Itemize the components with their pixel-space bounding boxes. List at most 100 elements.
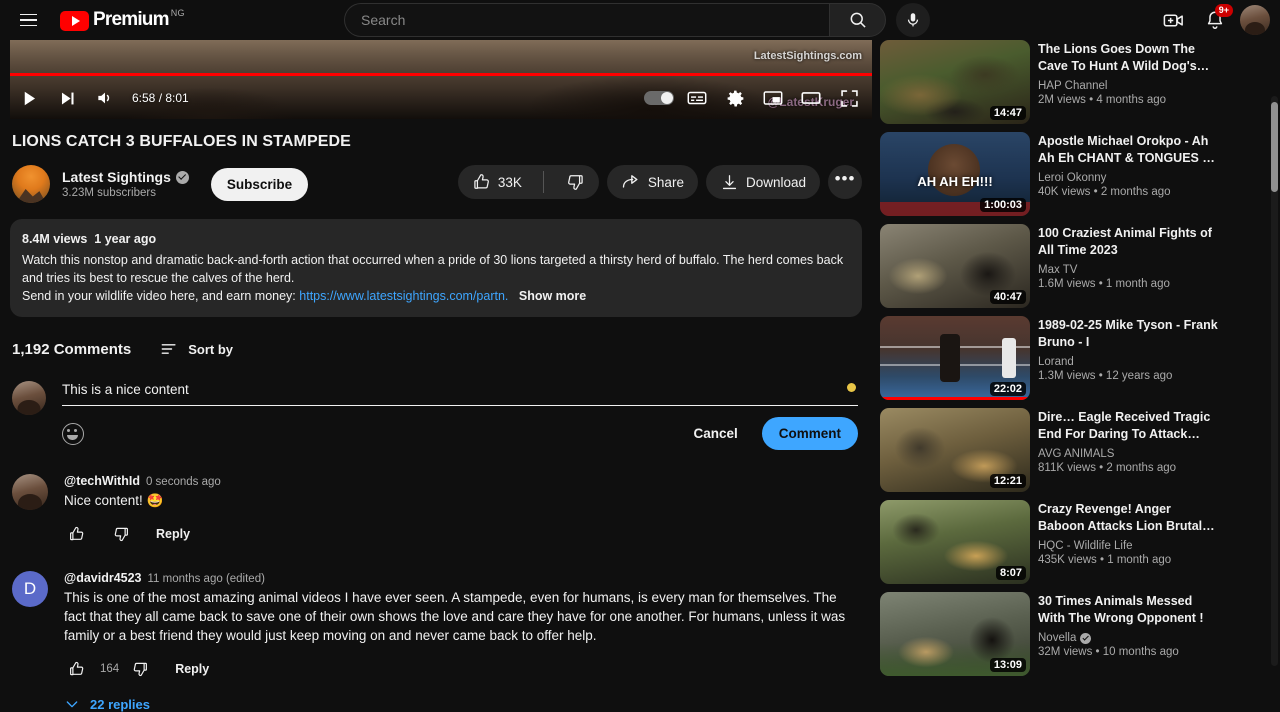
comment-like-button[interactable]: [64, 521, 90, 547]
like-count: 33K: [498, 175, 522, 190]
autoplay-toggle-button[interactable]: [640, 79, 678, 117]
video-duration: 14:47: [990, 106, 1026, 120]
video-thumbnail[interactable]: 22:02: [880, 316, 1030, 400]
comment-author[interactable]: @davidr4523: [64, 571, 142, 585]
video-thumbnail[interactable]: 13:09: [880, 592, 1030, 676]
video-stats: 1.6M views • 1 month ago: [1038, 278, 1218, 290]
sort-by-button[interactable]: Sort by: [159, 339, 233, 359]
settings-button[interactable]: [716, 79, 754, 117]
search-box[interactable]: [344, 3, 829, 37]
video-stats: 811K views • 2 months ago: [1038, 462, 1218, 474]
description-link[interactable]: https://www.latestsightings.com/partn.: [299, 289, 508, 303]
player-watermark: LatestSightings.com: [754, 50, 862, 62]
account-avatar[interactable]: [1240, 5, 1270, 35]
description-box[interactable]: 8.4M views 1 year ago Watch this nonstop…: [10, 219, 862, 317]
notifications-button[interactable]: 9+: [1198, 3, 1232, 37]
channel-avatar[interactable]: [12, 165, 50, 203]
video-thumbnail[interactable]: 12:21: [880, 408, 1030, 492]
list-item[interactable]: 13:09 30 Times Animals Messed With The W…: [880, 592, 1280, 676]
comment-reply-button[interactable]: Reply: [175, 662, 209, 676]
description-meta: 8.4M views 1 year ago: [22, 230, 850, 248]
search-input[interactable]: [361, 12, 829, 28]
list-item[interactable]: 22:02 1989-02-25 Mike Tyson - Frank Brun…: [880, 316, 1280, 400]
create-video-button[interactable]: [1156, 3, 1190, 37]
next-video-button[interactable]: [48, 79, 86, 117]
search-zone: [344, 3, 930, 37]
cancel-button[interactable]: Cancel: [679, 418, 751, 449]
video-channel: Leroi Okonny: [1038, 172, 1218, 184]
scrollbar-thumb[interactable]: [1271, 102, 1278, 192]
show-replies-button[interactable]: 22 replies: [64, 696, 858, 712]
submit-comment-button[interactable]: Comment: [762, 417, 858, 450]
video-title: Apostle Michael Orokpo - Ah Ah Eh CHANT …: [1038, 133, 1218, 167]
video-channel: AVG ANIMALS: [1038, 448, 1218, 460]
volume-button[interactable]: [86, 79, 124, 117]
description-link-row: Send in your wildlife video here, and ea…: [22, 287, 850, 305]
comment-avatar[interactable]: [12, 474, 48, 510]
description-link-prefix: Send in your wildlife video here, and ea…: [22, 289, 296, 303]
comment-like-button[interactable]: [64, 656, 90, 682]
subscriber-count: 3.23M subscribers: [62, 187, 189, 199]
volume-icon: [95, 88, 115, 108]
video-progress-fill: [10, 73, 872, 76]
download-button[interactable]: Download: [706, 165, 820, 199]
list-item[interactable]: 40:47 100 Craziest Animal Fights of All …: [880, 224, 1280, 308]
comment-avatar[interactable]: D: [12, 571, 48, 607]
sidebar-scrollbar[interactable]: [1271, 96, 1278, 666]
masthead-actions: 9+: [1156, 0, 1270, 40]
logo-country-code: NG: [171, 8, 185, 18]
subscribe-button[interactable]: Subscribe: [211, 168, 308, 201]
thumbnail-overlay-text: AH AH EH!!!: [880, 174, 1030, 189]
comment-reply-button[interactable]: Reply: [156, 527, 190, 541]
list-item[interactable]: AH AH EH!!! 1:00:03 Apostle Michael Orok…: [880, 132, 1280, 216]
like-button[interactable]: 33K: [458, 165, 536, 199]
video-thumbnail[interactable]: 14:47: [880, 40, 1030, 124]
video-thumbnail[interactable]: 8:07: [880, 500, 1030, 584]
channel-name: Lorand: [1038, 356, 1074, 368]
sort-icon: [159, 339, 179, 359]
video-title: 100 Craziest Animal Fights of All Time 2…: [1038, 225, 1218, 259]
emoji-icon[interactable]: [62, 423, 84, 445]
video-title: The Lions Goes Down The Cave To Hunt A W…: [1038, 41, 1218, 75]
thumbs-down-icon: [131, 660, 149, 678]
dislike-button[interactable]: [551, 165, 599, 199]
video-actions: 33K Share: [458, 165, 862, 199]
play-button[interactable]: [10, 79, 48, 117]
microphone-icon: [904, 11, 922, 29]
video-stats: 435K views • 1 month ago: [1038, 554, 1218, 566]
show-more-button[interactable]: Show more: [519, 289, 586, 303]
comment-text: Nice content! 🤩: [64, 491, 858, 510]
subtitles-button[interactable]: [678, 79, 716, 117]
autoplay-toggle[interactable]: [644, 91, 674, 105]
search-button[interactable]: [829, 3, 886, 37]
comment-input[interactable]: [62, 382, 858, 397]
video-title: Dire… Eagle Received Tragic End For Dari…: [1038, 409, 1218, 443]
video-channel: HQC - Wildlife Life: [1038, 540, 1218, 552]
channel-name[interactable]: Latest Sightings: [62, 169, 171, 185]
comment-dislike-button[interactable]: [108, 521, 134, 547]
video-player[interactable]: LatestSightings.com @LatestKruger: [10, 40, 872, 119]
miniplayer-button[interactable]: [754, 79, 792, 117]
voice-search-button[interactable]: [896, 3, 930, 37]
list-item[interactable]: 14:47 The Lions Goes Down The Cave To Hu…: [880, 40, 1280, 124]
subtitles-icon: [686, 87, 708, 109]
channel-row: Latest Sightings 3.23M subscribers Subsc…: [12, 165, 872, 203]
fullscreen-button[interactable]: [830, 79, 868, 117]
comment-author[interactable]: @techWithId: [64, 474, 140, 488]
share-button[interactable]: Share: [607, 165, 698, 199]
main-column: LatestSightings.com @LatestKruger: [0, 40, 872, 701]
search-icon: [848, 10, 868, 30]
theater-mode-button[interactable]: [792, 79, 830, 117]
comment-dislike-button[interactable]: [127, 656, 153, 682]
hamburger-icon[interactable]: [8, 0, 48, 40]
list-item[interactable]: 8:07 Crazy Revenge! Anger Baboon Attacks…: [880, 500, 1280, 584]
video-thumbnail[interactable]: 40:47: [880, 224, 1030, 308]
more-options-button[interactable]: •••: [828, 165, 862, 199]
list-item[interactable]: 12:21 Dire… Eagle Received Tragic End Fo…: [880, 408, 1280, 492]
youtube-premium-logo[interactable]: Premium NG: [60, 9, 185, 31]
video-duration: 12:21: [990, 474, 1026, 488]
channel-name: Max TV: [1038, 264, 1077, 276]
video-thumbnail[interactable]: AH AH EH!!! 1:00:03: [880, 132, 1030, 216]
video-progress-bar[interactable]: [10, 73, 872, 76]
comment-actions: Reply: [64, 521, 858, 547]
